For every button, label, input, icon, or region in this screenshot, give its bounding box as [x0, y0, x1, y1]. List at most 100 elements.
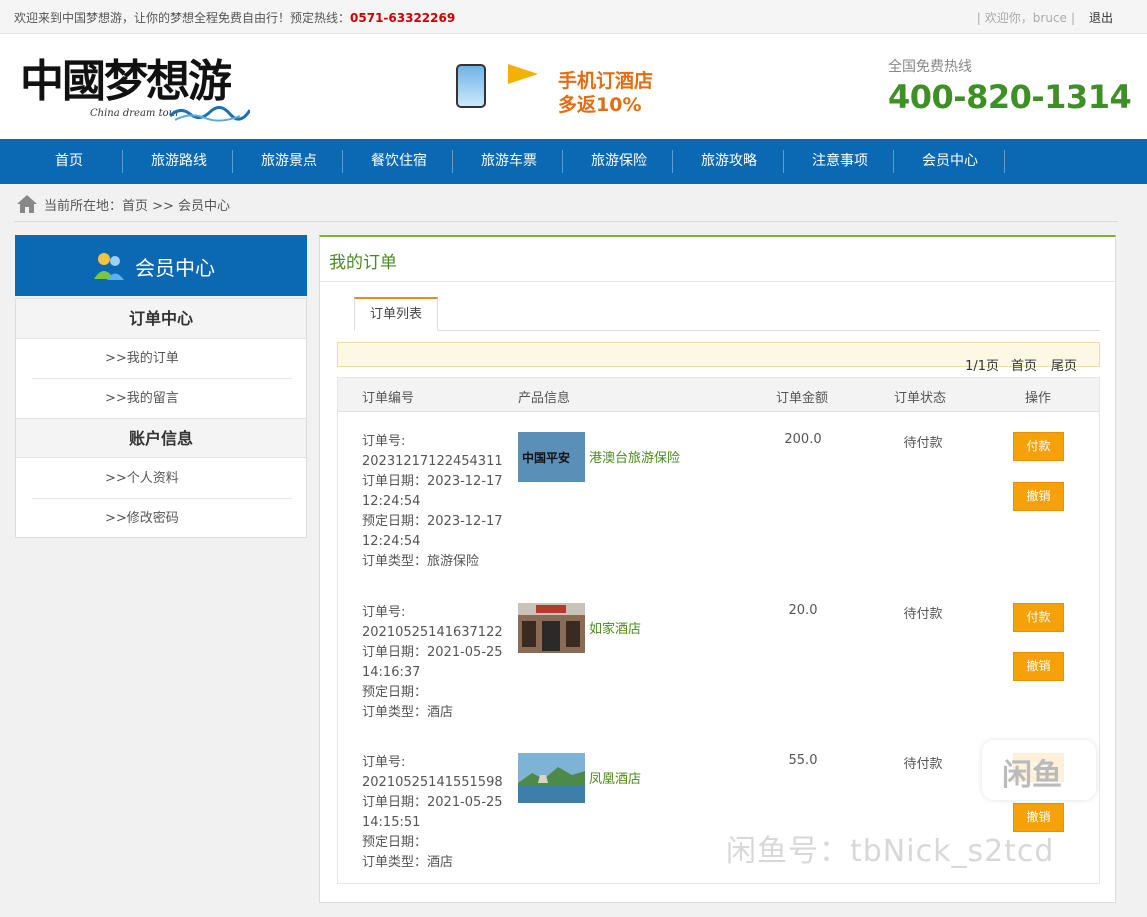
book-date-line: 预定日期：	[362, 683, 512, 703]
page-info: 1/1页	[965, 359, 999, 374]
nav-item-notices[interactable]: 注意事项	[793, 139, 887, 184]
pay-button[interactable]: 付款	[1013, 432, 1064, 461]
nav-item-scenic-spots[interactable]: 旅游景点	[242, 139, 336, 184]
order-amount: 55.0	[788, 753, 818, 768]
title-divider	[320, 281, 1115, 282]
sidebar-link-change-password[interactable]: >>修改密码	[32, 499, 292, 539]
watermark-badge: 闲鱼	[982, 740, 1096, 800]
nav-divider	[452, 150, 453, 173]
nav-item-dining-lodging[interactable]: 餐饮住宿	[352, 139, 446, 184]
nav-divider	[342, 150, 343, 173]
home-icon	[17, 195, 37, 213]
sidebar-link-my-messages[interactable]: >>我的留言	[32, 379, 292, 419]
sidebar-section-orders: 订单中心	[16, 299, 306, 339]
pay-button[interactable]: 付款	[1013, 603, 1064, 632]
order-date-line: 订单日期：2021-05-25	[362, 793, 512, 813]
member-center-title: 会员中心	[135, 256, 215, 280]
table-row: 订单号: 20210525141637122 订单日期：2021-05-25 1…	[338, 603, 1099, 753]
book-time: 12:24:54	[362, 534, 421, 549]
breadcrumb-text: 当前所在地：首页 >> 会员中心	[44, 199, 231, 214]
nav-item-home[interactable]: 首页	[30, 139, 108, 184]
order-type-line: 订单类型：酒店	[362, 853, 512, 873]
tab-underline	[354, 330, 1100, 331]
product-image[interactable]: 中国平安	[518, 432, 585, 482]
order-no-label: 订单号:	[362, 755, 406, 770]
product-link[interactable]: 如家酒店	[589, 618, 641, 637]
order-type: 酒店	[427, 705, 454, 720]
order-type-line: 订单类型：酒店	[362, 703, 512, 723]
order-type: 酒店	[427, 855, 454, 870]
product-image[interactable]	[518, 603, 585, 653]
first-page-link[interactable]: 首页	[1011, 355, 1037, 374]
insurance-logo-text: 中国平安	[522, 451, 571, 465]
order-details: 订单号: 20210525141551598 订单日期：2021-05-25 1…	[362, 753, 512, 873]
order-date-label: 订单日期：	[362, 474, 428, 489]
order-details: 订单号: 20231217122454311 订单日期：2023-12-17 1…	[362, 432, 512, 572]
nav-item-tickets[interactable]: 旅游车票	[462, 139, 556, 184]
col-actions: 操作	[1025, 391, 1052, 406]
order-no-label: 订单号:	[362, 434, 406, 449]
col-status: 订单状态	[894, 391, 947, 406]
order-status: 待付款	[903, 757, 943, 772]
order-no: 20231217122454311	[362, 454, 503, 469]
col-order-no: 订单编号	[362, 391, 415, 406]
nav-item-insurance[interactable]: 旅游保险	[572, 139, 666, 184]
order-date-line: 订单日期：2023-12-17	[362, 472, 512, 492]
sidebar-link-my-orders[interactable]: >>我的订单	[32, 339, 292, 379]
last-page-link[interactable]: 尾页	[1051, 355, 1077, 374]
nav-divider	[122, 150, 123, 173]
order-date: 2023-12-17	[427, 474, 503, 489]
product-image[interactable]	[518, 753, 585, 803]
free-hotline: 全国免费热线 400-820-1314	[888, 56, 1132, 116]
book-date-label: 预定日期：	[362, 685, 428, 700]
order-date: 2021-05-25	[427, 645, 503, 660]
divider: |	[976, 11, 981, 25]
order-status: 待付款	[903, 436, 943, 451]
order-time: 14:16:37	[362, 665, 421, 680]
order-date-line: 订单日期：2021-05-25	[362, 643, 512, 663]
order-amount: 200.0	[784, 432, 822, 447]
hotline-number: 400-820-1314	[888, 78, 1132, 116]
logo-subtitle: China dream tour	[90, 108, 180, 119]
breadcrumb: 当前所在地：首页 >> 会员中心	[14, 184, 1118, 222]
site-logo[interactable]: 中國梦想游 China dream tour	[20, 52, 250, 122]
logout-link[interactable]: 退出	[1089, 11, 1113, 25]
nav-item-member-center[interactable]: 会员中心	[903, 139, 997, 184]
product-link[interactable]: 凤凰酒店	[589, 768, 641, 787]
nav-item-guides[interactable]: 旅游攻略	[682, 139, 776, 184]
site-header: 中國梦想游 China dream tour 手机订酒店 多返10% 全国免费热…	[0, 34, 1147, 139]
cancel-button[interactable]: 撤销	[1013, 652, 1064, 681]
pagination-bar: 1/1页 首页 尾页	[337, 342, 1100, 374]
nav-divider	[562, 150, 563, 173]
order-type: 旅游保险	[427, 554, 480, 569]
orders-panel: 我的订单 订单列表 1/1页 首页 尾页 订单编号 产品信息 订单金额 订单状态…	[319, 235, 1116, 903]
sidebar-link-profile[interactable]: >>个人资料	[32, 459, 292, 499]
order-time: 14:15:51	[362, 815, 421, 830]
user-greeting: 欢迎你，bruce	[984, 11, 1067, 25]
table-header: 订单编号 产品信息 订单金额 订单状态 操作	[338, 378, 1099, 412]
order-date-label: 订单日期：	[362, 795, 428, 810]
order-details: 订单号: 20210525141637122 订单日期：2021-05-25 1…	[362, 603, 512, 723]
mobile-hotel-promo[interactable]: 手机订酒店 多返10%	[450, 60, 680, 120]
order-time: 12:24:54	[362, 494, 421, 509]
product-link[interactable]: 港澳台旅游保险	[589, 447, 680, 466]
order-no: 20210525141637122	[362, 625, 503, 640]
nav-item-routes[interactable]: 旅游路线	[132, 139, 226, 184]
order-no: 20210525141551598	[362, 775, 503, 790]
cancel-button[interactable]: 撤销	[1013, 482, 1064, 511]
order-status: 待付款	[903, 607, 943, 622]
order-date: 2021-05-25	[427, 795, 503, 810]
order-date-label: 订单日期：	[362, 645, 428, 660]
tab-order-list[interactable]: 订单列表	[354, 297, 438, 331]
nav-divider	[893, 150, 894, 173]
order-amount: 20.0	[788, 603, 818, 618]
promo-line-1: 手机订酒店	[558, 70, 654, 92]
page-title: 我的订单	[329, 253, 397, 273]
order-type-label: 订单类型：	[362, 705, 428, 720]
watermark-text: 闲鱼号：tbNick_s2tcd	[726, 834, 1055, 869]
paper-plane-icon	[508, 64, 538, 84]
orders-table: 订单编号 产品信息 订单金额 订单状态 操作 订单号: 202312171224…	[337, 377, 1100, 884]
nav-divider	[783, 150, 784, 173]
book-date-line: 预定日期：	[362, 833, 512, 853]
watermark-badge-text: 闲鱼	[1002, 758, 1062, 793]
